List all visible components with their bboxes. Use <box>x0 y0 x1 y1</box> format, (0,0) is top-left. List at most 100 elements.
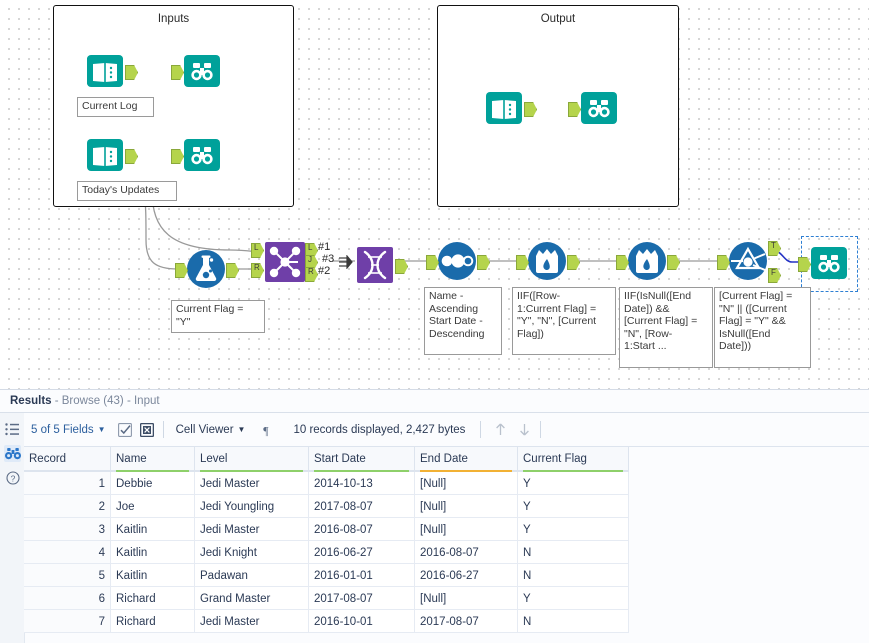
results-pane: Results - Browse (43) - Input ? 5 of 5 F… <box>0 389 869 643</box>
cell-end-date: [Null] <box>414 586 518 610</box>
column-header-level[interactable]: Level <box>194 447 309 472</box>
filter-tool[interactable] <box>717 241 781 283</box>
fields-selector-label: 5 of 5 Fields <box>31 423 94 436</box>
cell-record: 1 <box>24 471 111 495</box>
output-port[interactable] <box>667 255 680 270</box>
join-output-order-2: #2 <box>318 265 331 277</box>
join-input-label-right: R <box>254 263 260 272</box>
annotation-sort: Name - Ascending Start Date - Descending <box>424 287 502 355</box>
column-header-start-date[interactable]: Start Date <box>308 447 415 472</box>
cell-end-date: 2016-06-27 <box>414 563 518 587</box>
arrow-up-icon[interactable] <box>492 422 508 438</box>
column-label: Level <box>200 453 228 465</box>
input-data-tool-output[interactable] <box>484 88 537 128</box>
cell-start-date: 2016-01-01 <box>308 563 415 587</box>
input-data-tool-current-log[interactable] <box>85 51 138 91</box>
table-row[interactable]: 5 Kaitlin Padawan 2016-01-01 2016-06-27 … <box>24 563 629 587</box>
toolbar-divider <box>162 421 164 438</box>
multi-row-formula-tool-2[interactable] <box>616 241 680 281</box>
cell-name: Kaitlin <box>110 540 195 564</box>
results-pane-title: Results - Browse (43) - Input <box>0 390 869 412</box>
browse-tool-selected[interactable] <box>798 243 849 283</box>
cell-record: 3 <box>24 517 111 541</box>
workflow-canvas[interactable]: Inputs Output L R L J R #1 #3 #2 T F Cur… <box>0 0 869 389</box>
list-icon[interactable] <box>4 421 21 438</box>
output-port[interactable] <box>226 263 239 278</box>
table-row[interactable]: 6 Richard Grand Master 2017-08-07 [Null]… <box>24 586 629 610</box>
annotation-current-flag-filter: Current Flag = "Y" <box>171 300 265 333</box>
column-label: Start Date <box>314 453 366 465</box>
cell-level: Padawan <box>194 563 309 587</box>
union-input-icon <box>339 255 353 269</box>
cell-current-flag: Y <box>517 586 629 610</box>
table-row[interactable]: 2 Joe Jedi Youngling 2017-08-07 [Null] Y <box>24 494 629 518</box>
browse-tool-todays-updates[interactable] <box>171 135 222 175</box>
sort-tool[interactable] <box>426 241 490 281</box>
column-header-current-flag[interactable]: Current Flag <box>517 447 629 472</box>
column-header-end-date[interactable]: End Date <box>414 447 518 472</box>
cell-record: 4 <box>24 540 111 564</box>
column-header-name[interactable]: Name <box>110 447 195 472</box>
binoculars-icon[interactable] <box>4 445 21 462</box>
output-port[interactable] <box>477 255 490 270</box>
table-header-row: Record Name Level Start Date End Date Cu… <box>24 447 629 472</box>
column-header-record[interactable]: Record <box>24 447 111 472</box>
cell-name: Richard <box>110 586 195 610</box>
pilcrow-icon[interactable]: ¶ <box>258 422 274 438</box>
results-toolbar: 5 of 5 Fields ▼ Cell Viewer ▼ ¶ 10 recor… <box>24 413 869 447</box>
filter-output-label-false: F <box>771 268 776 277</box>
select-all-fields-button[interactable] <box>117 422 133 438</box>
browse-tool-output[interactable] <box>568 88 619 128</box>
multi-row-formula-tool-1[interactable] <box>516 241 580 281</box>
container-output[interactable]: Output <box>437 5 679 207</box>
cell-start-date: 2016-10-01 <box>308 609 415 633</box>
table-row[interactable]: 1 Debbie Jedi Master 2014-10-13 [Null] Y <box>24 471 629 495</box>
annotation-filter-expression: [Current Flag] = "N" || ([Current Flag] … <box>714 287 811 368</box>
toolbar-divider-2 <box>480 421 482 438</box>
cell-end-date: [Null] <box>414 494 518 518</box>
cell-current-flag: Y <box>517 471 629 495</box>
column-label: End Date <box>420 453 468 465</box>
cell-start-date: 2017-08-07 <box>308 586 415 610</box>
output-port[interactable] <box>395 259 408 274</box>
join-output-order-3: #3 <box>322 253 335 265</box>
cell-end-date: [Null] <box>414 517 518 541</box>
cell-name: Debbie <box>110 471 195 495</box>
cell-current-flag: N <box>517 563 629 587</box>
svg-text:¶: ¶ <box>264 423 270 437</box>
toolbar-divider-3 <box>540 421 542 438</box>
fields-selector[interactable]: 5 of 5 Fields ▼ <box>24 424 113 436</box>
svg-text:?: ? <box>10 473 15 483</box>
annotation-todays-updates: Today's Updates <box>77 181 177 201</box>
join-output-label-right: R <box>308 267 314 276</box>
cell-start-date: 2016-06-27 <box>308 540 415 564</box>
record-status: 10 records displayed, 2,427 bytes <box>286 424 472 436</box>
results-side-rail: ? <box>0 413 25 643</box>
chevron-down-icon: ▼ <box>97 425 106 434</box>
table-row[interactable]: 4 Kaitlin Jedi Knight 2016-06-27 2016-08… <box>24 540 629 564</box>
join-multiple-tool[interactable] <box>251 242 318 282</box>
cell-current-flag: N <box>517 609 629 633</box>
cell-record: 7 <box>24 609 111 633</box>
input-data-tool-todays-updates[interactable] <box>85 135 138 175</box>
cell-viewer-selector[interactable]: Cell Viewer ▼ <box>169 424 253 436</box>
output-port[interactable] <box>567 255 580 270</box>
table-row[interactable]: 7 Richard Jedi Master 2016-10-01 2017-08… <box>24 609 629 633</box>
column-type-underline <box>314 470 409 472</box>
column-type-underline <box>420 470 512 472</box>
filter-flask-tool[interactable] <box>175 249 239 289</box>
cell-level: Jedi Master <box>194 517 309 541</box>
chevron-down-icon: ▼ <box>237 425 246 434</box>
browse-tool-current-log[interactable] <box>171 51 222 91</box>
deselect-all-fields-button[interactable] <box>139 422 155 438</box>
results-table[interactable]: Record Name Level Start Date End Date Cu… <box>24 447 629 633</box>
cell-level: Grand Master <box>194 586 309 610</box>
filter-output-label-true: T <box>771 241 776 250</box>
cell-level: Jedi Master <box>194 471 309 495</box>
cell-level: Jedi Knight <box>194 540 309 564</box>
arrow-down-icon[interactable] <box>516 422 532 438</box>
union-tool[interactable] <box>355 245 408 285</box>
table-row[interactable]: 3 Kaitlin Jedi Master 2016-08-07 [Null] … <box>24 517 629 541</box>
column-label: Name <box>116 453 147 465</box>
help-icon[interactable]: ? <box>4 469 21 486</box>
